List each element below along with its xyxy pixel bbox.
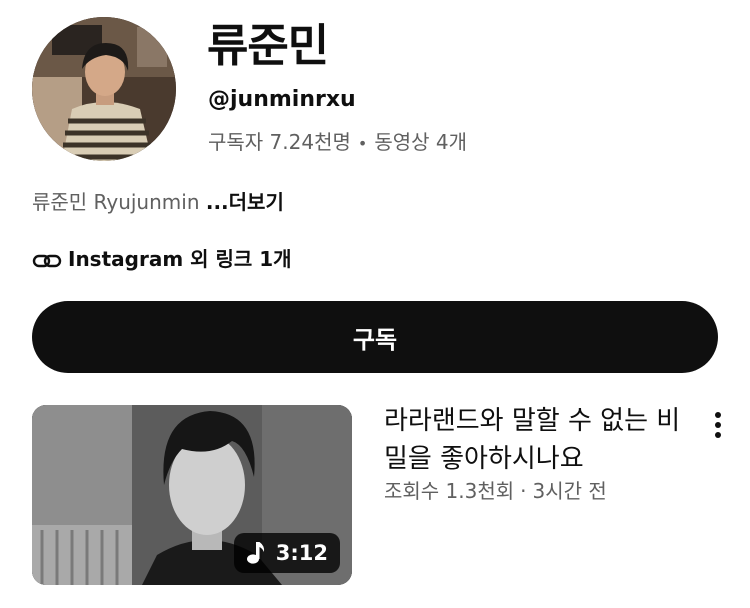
music-note-icon <box>244 541 266 565</box>
link-icon <box>32 249 62 269</box>
video-duration-badge: 3:12 <box>233 533 340 573</box>
avatar-image <box>32 17 176 161</box>
video-count: 동영상 4개 <box>374 130 468 154</box>
subscriber-count: 구독자 7.24천명 <box>208 130 351 154</box>
subscribe-button[interactable]: 구독 <box>32 301 718 373</box>
more-vert-icon[interactable] <box>706 405 730 445</box>
channel-stats: 구독자 7.24천명 • 동영상 4개 <box>208 128 467 158</box>
video-list-item[interactable]: 3:12 라라랜드와 말할 수 없는 비밀을 좋아하시나요 조회수 1.3천회 ·… <box>32 405 732 585</box>
channel-name: 류준민 <box>207 19 329 72</box>
view-count: 조회수 1.3천회 <box>384 479 515 503</box>
video-title[interactable]: 라라랜드와 말할 수 없는 비밀을 좋아하시나요 <box>384 402 694 478</box>
more-button[interactable]: ...더보기 <box>206 190 284 214</box>
links-label: Instagram 외 링크 1개 <box>68 247 292 271</box>
stats-separator: • <box>357 134 368 153</box>
meta-separator: · <box>520 479 527 503</box>
channel-links[interactable]: Instagram 외 링크 1개 <box>32 244 292 274</box>
description-text: 류준민 Ryujunmin <box>32 190 200 214</box>
video-thumbnail[interactable]: 3:12 <box>32 405 352 585</box>
channel-handle: @junminrxu <box>208 87 356 112</box>
video-metadata: 조회수 1.3천회 · 3시간 전 <box>384 478 607 504</box>
channel-description[interactable]: 류준민 Ryujunmin ...더보기 <box>32 187 284 217</box>
upload-age: 3시간 전 <box>532 479 607 503</box>
duration-text: 3:12 <box>275 541 328 565</box>
channel-avatar[interactable] <box>32 17 176 161</box>
